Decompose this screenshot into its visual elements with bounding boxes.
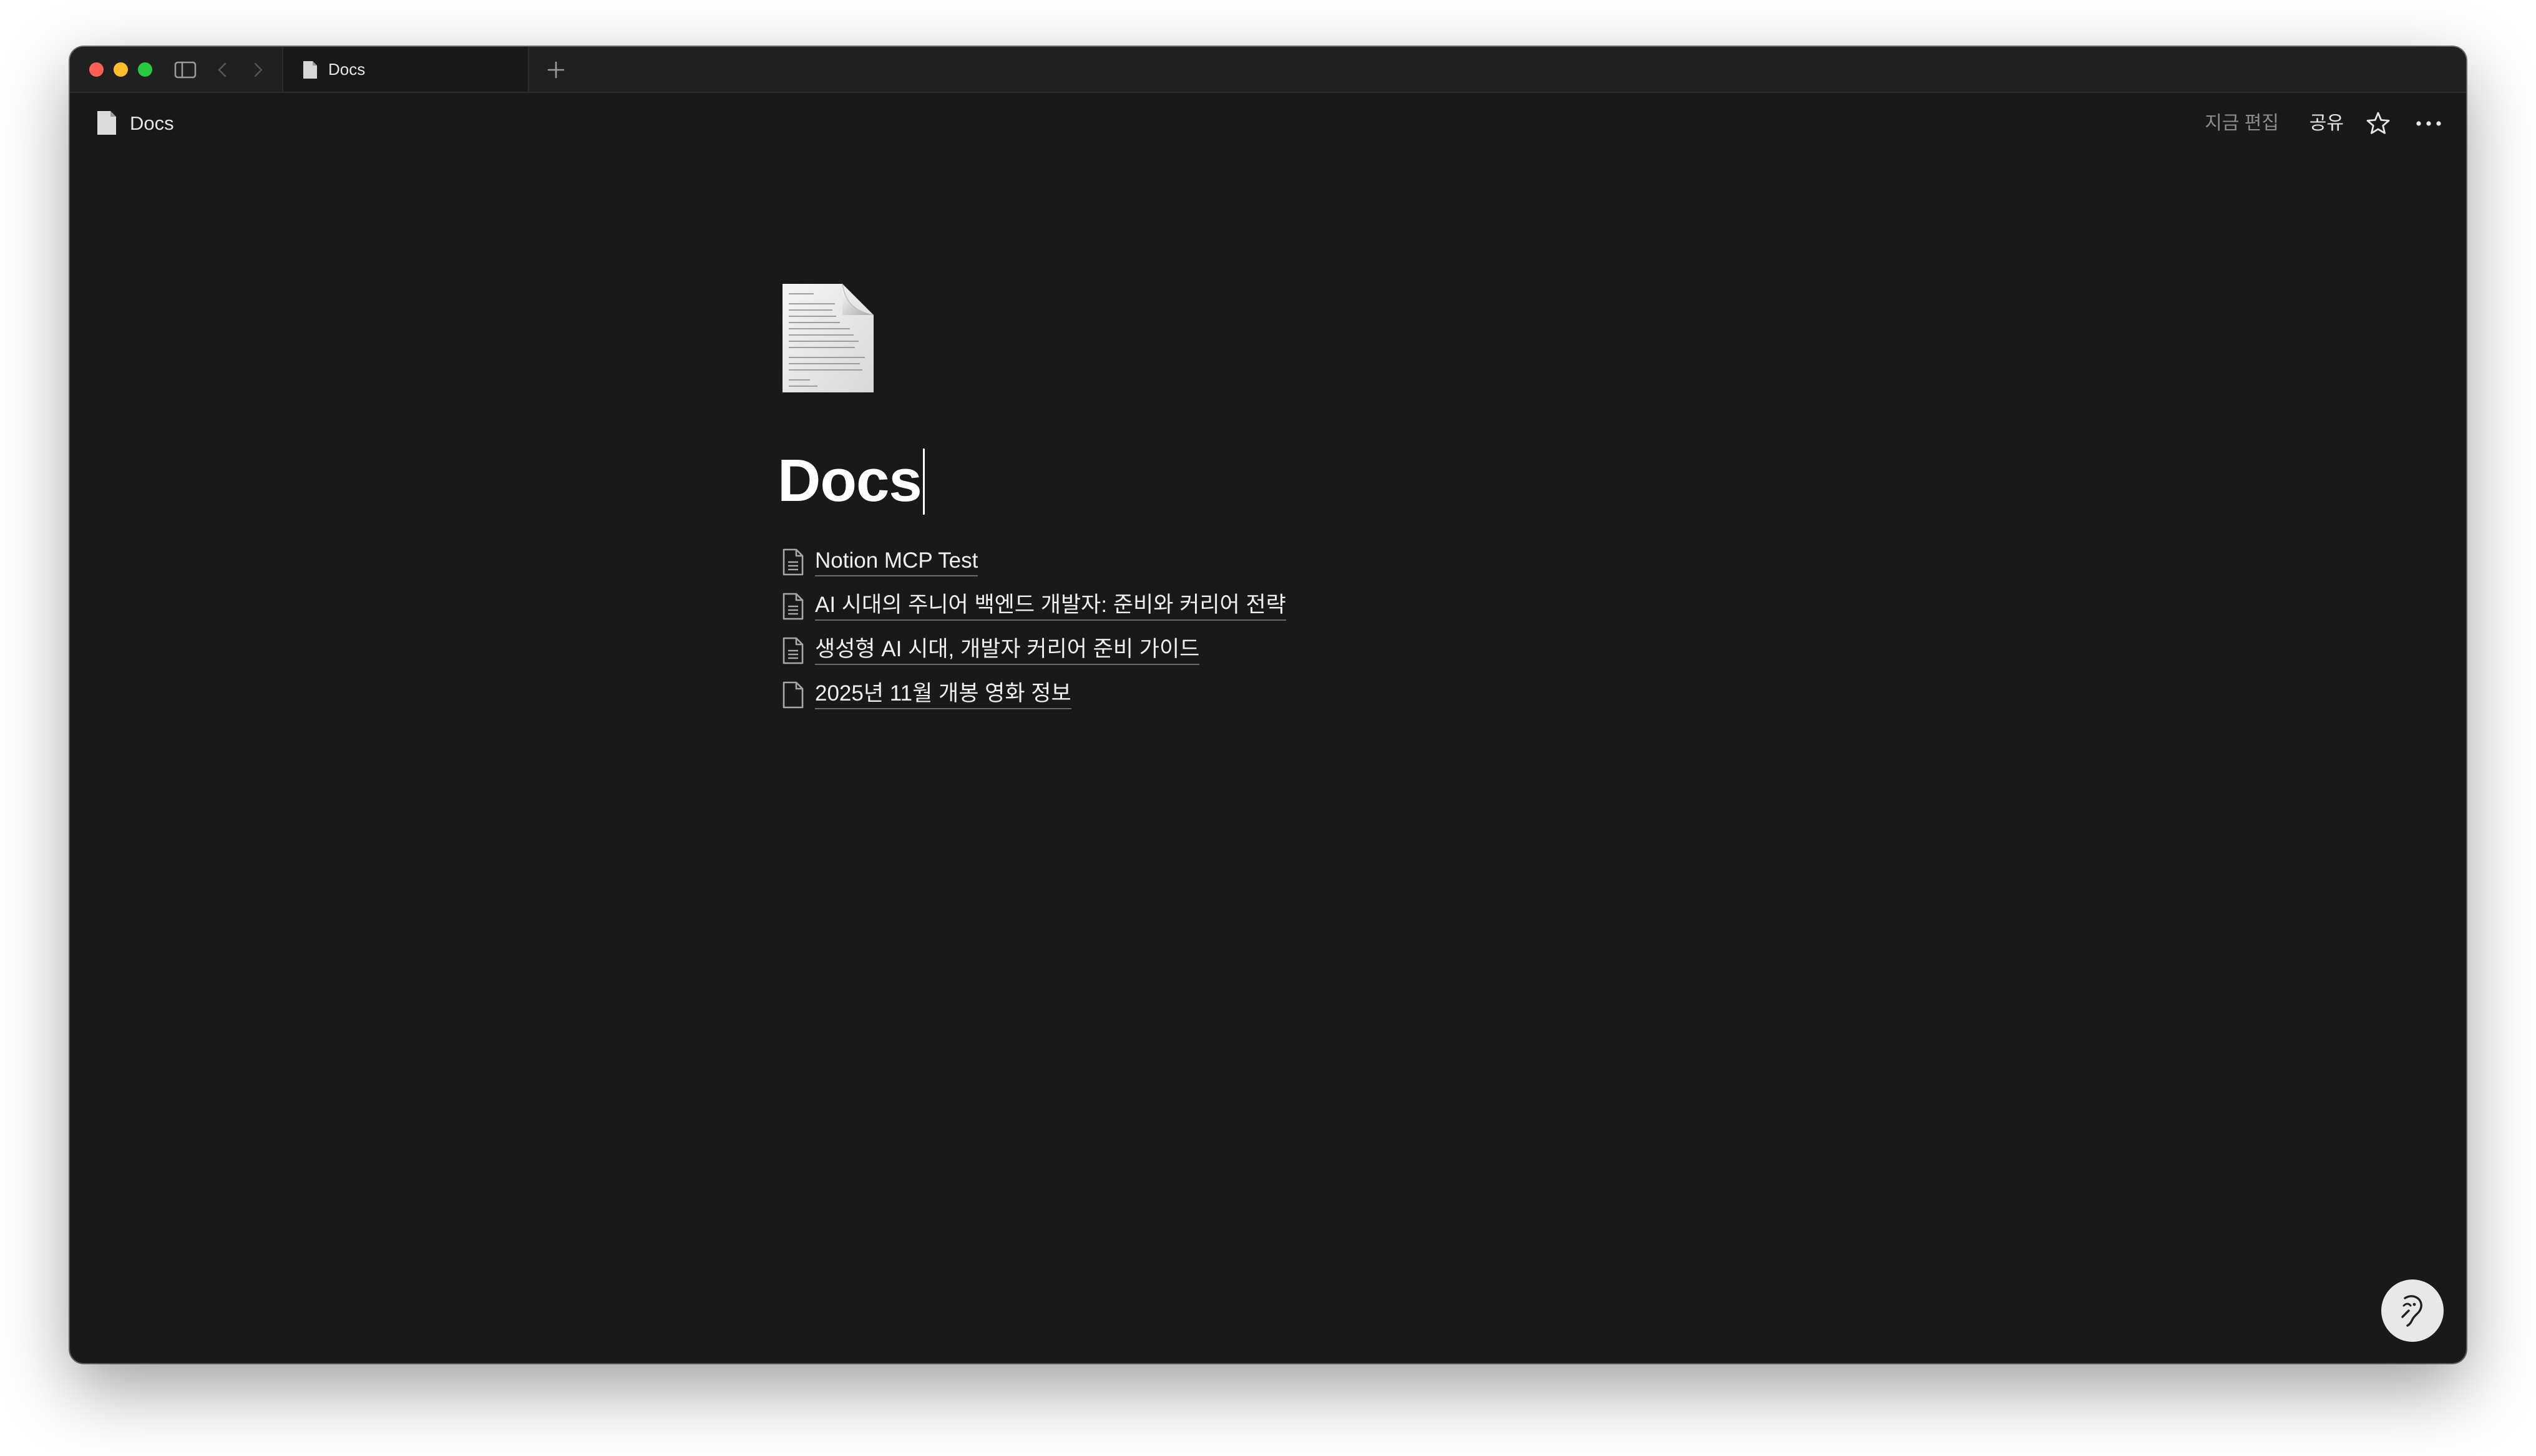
assistant-face-icon <box>2401 1295 2422 1327</box>
page-title[interactable]: Docs <box>778 446 925 516</box>
page-document-icon[interactable] <box>780 283 880 394</box>
document-lines-icon <box>783 637 804 664</box>
child-page-link[interactable]: AI 시대의 주니어 백엔드 개발자: 준비와 커리어 전략 <box>815 591 1286 621</box>
document-icon <box>303 61 317 79</box>
sidebar-toggle-icon[interactable] <box>173 58 197 82</box>
star-icon[interactable] <box>2364 109 2392 138</box>
document-lines-icon <box>783 593 804 619</box>
forward-arrow-icon[interactable] <box>246 58 270 82</box>
app-window: Docs Docs 지금 편집 공유 Docs Notion MCP Test … <box>70 47 2466 1363</box>
child-page-link[interactable]: Notion MCP Test <box>815 547 978 576</box>
document-lines-icon <box>783 548 804 575</box>
tab-label: Docs <box>328 60 366 79</box>
list-item[interactable]: 2025년 11월 개봉 영화 정보 <box>781 672 1286 717</box>
close-window-button[interactable] <box>89 62 104 77</box>
share-button[interactable]: 공유 <box>2309 112 2344 135</box>
tab-bar: Docs <box>70 47 2466 93</box>
help-button[interactable] <box>2381 1279 2444 1342</box>
document-icon <box>97 111 116 135</box>
list-item[interactable]: Notion MCP Test <box>781 540 1286 584</box>
edited-status: 지금 편집 <box>2205 113 2279 133</box>
tab-docs[interactable]: Docs <box>282 47 529 92</box>
back-arrow-icon[interactable] <box>211 58 235 82</box>
minimize-window-button[interactable] <box>114 62 128 77</box>
child-page-link[interactable]: 생성형 AI 시대, 개발자 커리어 준비 가이드 <box>815 636 1200 665</box>
child-page-link[interactable]: 2025년 11월 개봉 영화 정보 <box>815 680 1071 709</box>
list-item[interactable]: 생성형 AI 시대, 개발자 커리어 준비 가이드 <box>781 628 1286 672</box>
list-item[interactable]: AI 시대의 주니어 백엔드 개발자: 준비와 커리어 전략 <box>781 584 1286 628</box>
page-header: Docs 지금 편집 공유 <box>70 93 2466 149</box>
breadcrumb[interactable]: Docs <box>130 112 174 135</box>
child-page-list: Notion MCP Test AI 시대의 주니어 백엔드 개발자: 준비와 … <box>781 540 1286 717</box>
zoom-window-button[interactable] <box>138 62 152 77</box>
plus-icon[interactable] <box>544 58 568 82</box>
text-caret <box>922 449 925 515</box>
document-blank-icon <box>783 681 804 708</box>
more-options-icon[interactable] <box>2412 109 2445 138</box>
